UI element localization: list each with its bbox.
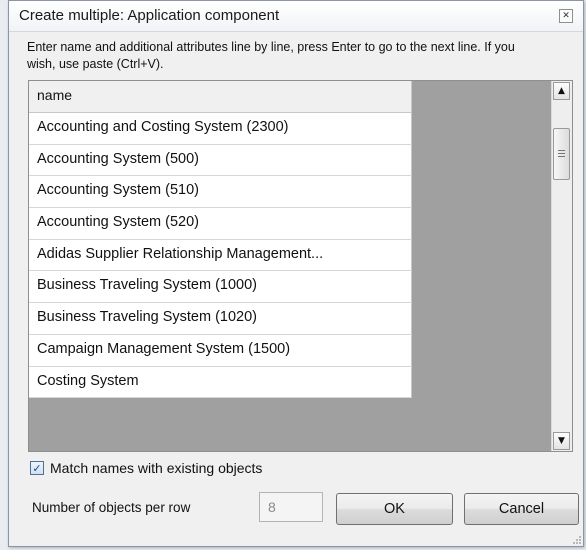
names-grid[interactable]: name Accounting and Costing System (2300…	[28, 80, 573, 452]
dialog-titlebar[interactable]: Create multiple: Application component ✕	[9, 1, 583, 32]
grid-row[interactable]: Costing System	[29, 366, 412, 399]
grid-row[interactable]: Adidas Supplier Relationship Management.…	[29, 239, 412, 272]
grid-row[interactable]: Business Traveling System (1020)	[29, 303, 412, 335]
grip-line	[558, 153, 565, 154]
grid-row[interactable]: Accounting System (520)	[29, 208, 412, 240]
grid-row[interactable]: Accounting and Costing System (2300)	[29, 113, 412, 145]
close-icon: ✕	[562, 10, 570, 21]
grid-row[interactable]: Accounting System (500)	[29, 144, 412, 177]
name-column-header[interactable]: name	[29, 81, 412, 113]
grid-row[interactable]: Business Traveling System (1000)	[29, 271, 412, 304]
name-column: name Accounting and Costing System (2300…	[29, 81, 412, 399]
objects-per-row-input[interactable]: 8	[259, 492, 323, 522]
vertical-scrollbar[interactable]: ▲ ▼	[551, 81, 572, 451]
instructions-text: Enter name and additional attributes lin…	[27, 40, 515, 71]
match-names-checkbox[interactable]: ✓	[30, 461, 44, 475]
scroll-up-button[interactable]: ▲	[553, 82, 570, 100]
arrow-up-icon: ▲	[558, 85, 565, 96]
match-names-option[interactable]: ✓ Match names with existing objects	[30, 460, 262, 476]
close-button[interactable]: ✕	[559, 9, 573, 23]
grip-line	[558, 156, 565, 157]
arrow-down-icon: ▼	[558, 435, 565, 446]
scroll-thumb[interactable]	[553, 128, 570, 180]
grip-line	[558, 150, 565, 151]
grid-row[interactable]: Accounting System (510)	[29, 176, 412, 209]
dialog-title: Create multiple: Application component	[19, 7, 280, 24]
match-names-label[interactable]: Match names with existing objects	[50, 460, 262, 476]
scroll-down-button[interactable]: ▼	[553, 432, 570, 450]
grid-row[interactable]: Campaign Management System (1500)	[29, 334, 412, 367]
checkmark-icon: ✓	[32, 461, 42, 475]
resize-grip-icon[interactable]	[571, 534, 581, 544]
ok-button[interactable]: OK	[336, 493, 453, 525]
cancel-button[interactable]: Cancel	[464, 493, 579, 525]
create-multiple-dialog: Create multiple: Application component ✕…	[8, 0, 584, 547]
objects-per-row-label: Number of objects per row	[32, 500, 191, 515]
